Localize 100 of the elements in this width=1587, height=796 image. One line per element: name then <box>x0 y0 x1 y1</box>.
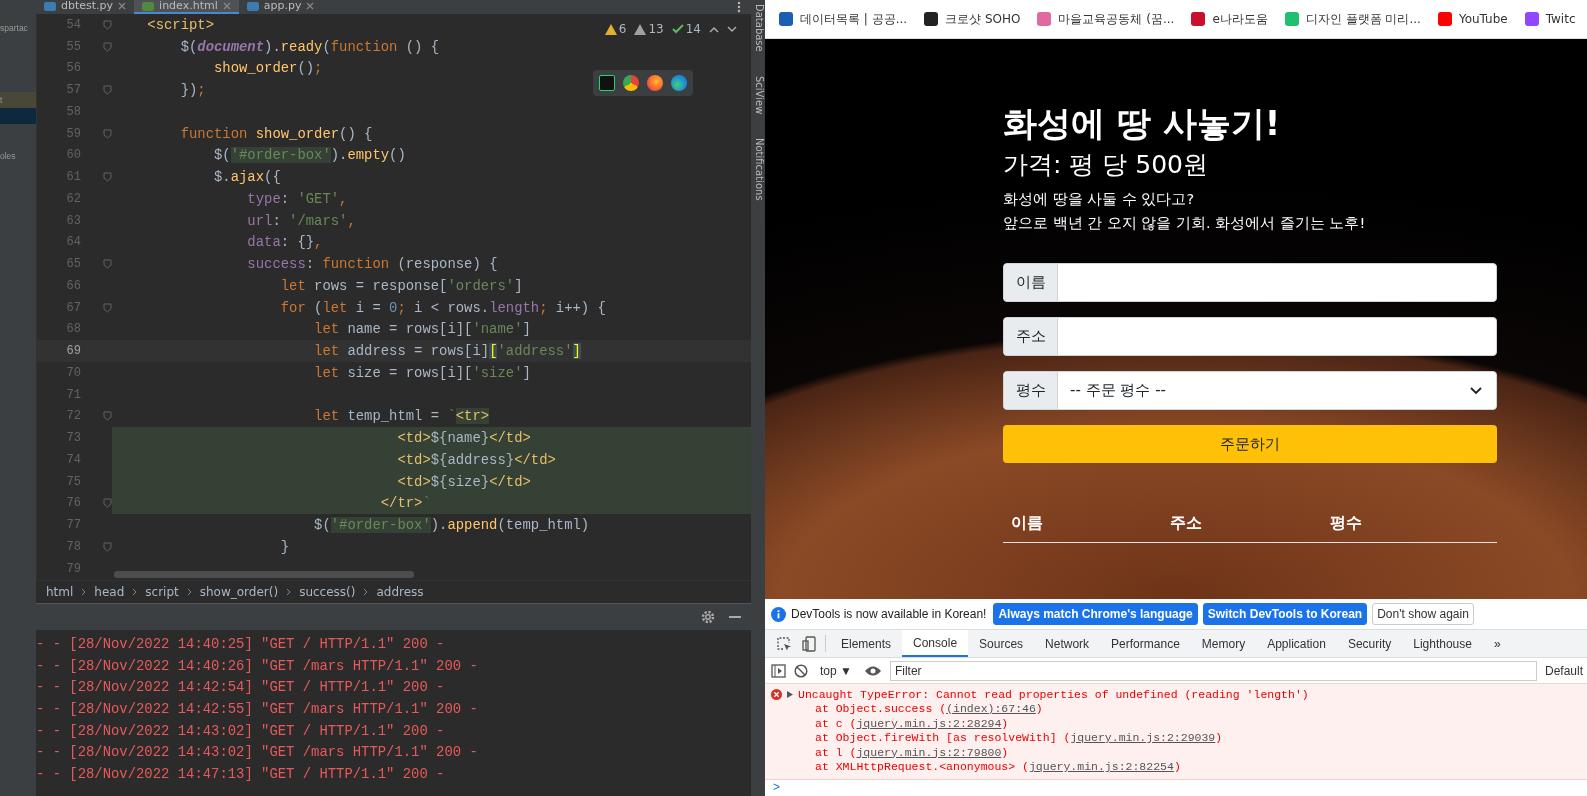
fold-icon[interactable] <box>102 85 112 96</box>
bookmark[interactable]: e나라도움 <box>1191 10 1268 28</box>
source-link[interactable]: jquery.min.js:2:82254 <box>1028 760 1174 773</box>
code-text: $(document).ready(function () { <box>179 38 440 55</box>
breadcrumb[interactable]: html <box>46 585 74 599</box>
code-text: }); <box>179 82 206 99</box>
breadcrumb[interactable]: address <box>376 585 424 599</box>
project-tree-item[interactable]: spartac <box>0 20 36 36</box>
file-tab[interactable]: dbtest.py <box>36 0 135 12</box>
breadcrumb[interactable]: head <box>94 585 125 599</box>
breadcrumb[interactable]: script <box>145 585 179 599</box>
bookmark[interactable]: 데이터목록 | 공공... <box>779 10 908 28</box>
fold-icon[interactable] <box>102 172 112 183</box>
breadcrumb[interactable]: show_order() <box>199 585 279 599</box>
browser-icon[interactable] <box>647 75 663 91</box>
fold-icon[interactable] <box>102 498 112 509</box>
bookmark[interactable]: 크로샷 SOHO <box>924 10 1021 28</box>
devtools-tab[interactable]: Security <box>1336 630 1403 657</box>
up-icon[interactable] <box>709 25 719 33</box>
line-number: 56 <box>65 61 82 76</box>
browser-icon[interactable] <box>623 75 639 91</box>
devtools-tab[interactable]: Elements <box>830 630 903 657</box>
eye-icon[interactable] <box>863 664 882 677</box>
inspection-count[interactable]: 13 <box>634 22 664 36</box>
sidebar-icon[interactable] <box>771 663 786 678</box>
line-number: 66 <box>65 278 82 293</box>
inspection-count[interactable]: 14 <box>671 22 701 36</box>
chevron-down-icon <box>1470 386 1482 395</box>
line-number: 65 <box>65 257 82 272</box>
fold-icon[interactable] <box>102 411 112 422</box>
source-link[interactable]: jquery.min.js:2:79800 <box>856 745 1002 759</box>
project-tree-item[interactable]: oles <box>0 148 36 164</box>
line-number: 58 <box>65 104 82 119</box>
code-text: for (let i = 0; i < rows.length; i++) { <box>279 299 606 316</box>
devtools-tab[interactable]: Network <box>1034 630 1101 657</box>
devtools-tab[interactable]: Console <box>902 630 969 657</box>
line-number: 68 <box>65 322 82 337</box>
bookmark[interactable]: YouTube <box>1437 12 1508 26</box>
fold-icon[interactable] <box>102 302 112 313</box>
fold-icon[interactable] <box>102 541 112 552</box>
warning-icon <box>634 23 647 35</box>
fold-icon[interactable] <box>102 19 112 30</box>
description-line: 앞으로 백년 간 오지 않을 기회. 화성에서 즐기는 노후! <box>1003 214 1367 233</box>
stack-line: at Object.fireWith [as resolveWith] (jquery.min.js:2:29039) <box>814 731 1224 746</box>
log-line: - - [28/Nov/2022 14:40:26] "GET /mars HTTP/1.1" 200 - <box>36 656 479 676</box>
line-number: 79 <box>65 561 82 576</box>
fold-icon[interactable] <box>102 128 112 139</box>
devtools-tab[interactable]: Sources <box>968 630 1035 657</box>
close-icon[interactable] <box>118 2 127 10</box>
source-link[interactable]: jquery.min.js:2:28294 <box>856 716 1002 730</box>
close-icon[interactable] <box>306 2 315 10</box>
fold-icon[interactable] <box>102 41 112 52</box>
devtools-tab[interactable]: Memory <box>1190 630 1257 657</box>
log-line: - - [28/Nov/2022 14:47:13] "GET / HTTP/1.1" 200 - <box>36 765 446 785</box>
devtools-tab[interactable]: Lighthouse <box>1402 630 1483 657</box>
bookmark[interactable]: Twitc <box>1524 12 1576 26</box>
line-number: 73 <box>65 431 82 446</box>
expand-icon[interactable] <box>787 691 793 698</box>
more-tabs[interactable]: » <box>1482 630 1512 657</box>
close-icon[interactable] <box>222 2 231 10</box>
clear-icon[interactable] <box>794 663 808 678</box>
inspection-count[interactable]: 6 <box>604 22 627 36</box>
context-select[interactable]: top ▼ <box>816 663 856 678</box>
source-link[interactable]: jquery.min.js:2:29039 <box>1070 731 1216 744</box>
size-select[interactable]: 평수 -- 주문 평수 -- <box>1003 371 1497 410</box>
banner-button[interactable]: Don't show again <box>1372 603 1474 625</box>
tool-window-tab[interactable]: SciView <box>751 75 765 115</box>
devtools-tab[interactable]: Performance <box>1100 630 1191 657</box>
inspect-icon[interactable] <box>776 635 792 652</box>
console-prompt[interactable]: > <box>765 779 1587 794</box>
bookmark[interactable]: 마을교육공동체 (꿈... <box>1037 10 1175 28</box>
ide-logo-icon[interactable] <box>599 75 615 91</box>
input-field[interactable]: 주소 <box>1003 317 1497 356</box>
file-tab[interactable]: index.html <box>134 0 239 14</box>
banner-button[interactable]: Switch DevTools to Korean <box>1202 603 1368 625</box>
line-number: 69 <box>65 344 82 359</box>
source-link[interactable]: (index):67:46 <box>946 702 1036 715</box>
scrollbar[interactable] <box>114 571 414 578</box>
settings-icon[interactable] <box>701 610 715 624</box>
down-icon[interactable] <box>727 25 737 33</box>
bookmark[interactable]: 디자인 플랫폼 미리... <box>1284 10 1421 28</box>
levels-select[interactable]: Default <box>1544 663 1587 678</box>
file-tab[interactable]: app.py <box>238 0 323 12</box>
tool-window-tab[interactable]: Notifications <box>751 138 765 201</box>
device-icon[interactable] <box>802 635 816 652</box>
tool-window-tab[interactable]: Database <box>751 4 765 52</box>
devtools-tab[interactable]: Application <box>1256 630 1337 657</box>
description-line: 화성에 땅을 사둘 수 있다고? <box>1003 190 1196 209</box>
breadcrumb[interactable]: success() <box>299 585 356 599</box>
line-number: 64 <box>65 235 82 250</box>
line-number: 71 <box>65 387 82 402</box>
browser-icon[interactable] <box>671 75 687 91</box>
order-button[interactable]: 주문하기 <box>1003 425 1497 463</box>
code-text: $.ajax({ <box>213 169 281 186</box>
stack-line: at l (jquery.min.js:2:79800) <box>814 745 1010 760</box>
filter-field[interactable]: Filter <box>889 660 1537 681</box>
banner-button[interactable]: Always match Chrome's language <box>993 603 1198 625</box>
fold-icon[interactable] <box>102 259 112 270</box>
input-field[interactable]: 이름 <box>1003 263 1497 302</box>
more-icon[interactable] <box>737 1 741 13</box>
